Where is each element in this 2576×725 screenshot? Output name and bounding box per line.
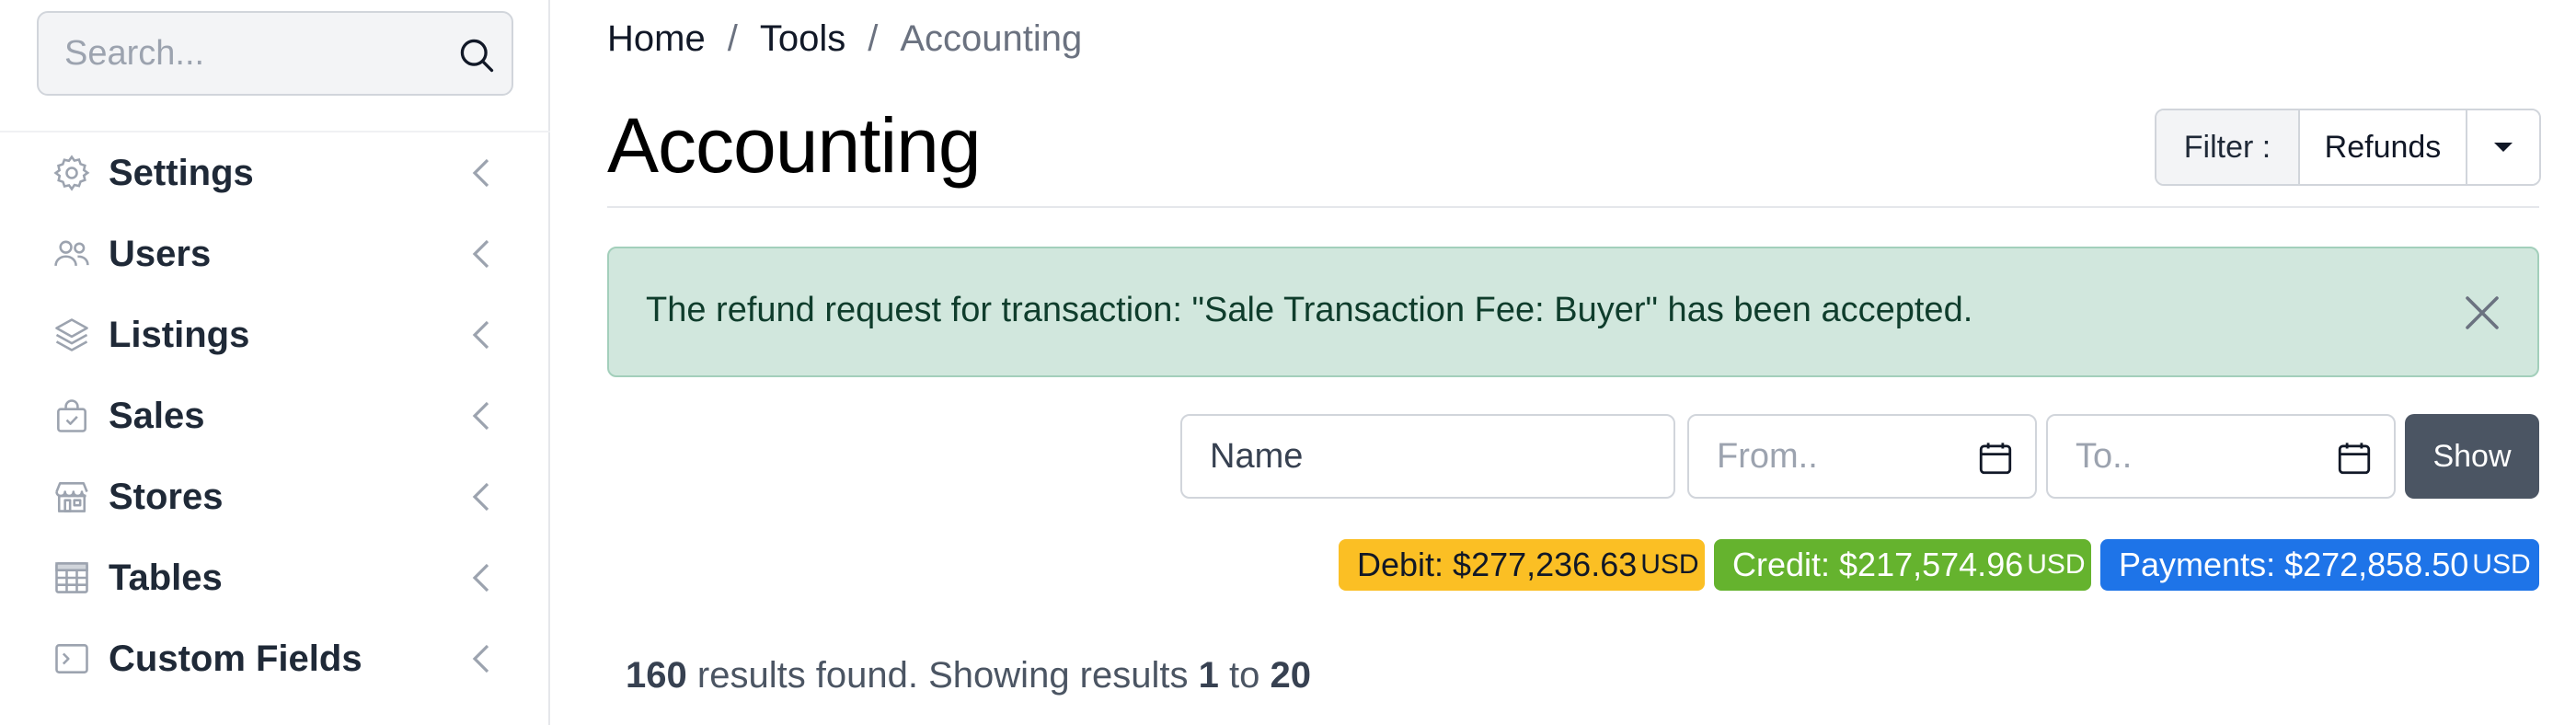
chevron-left-icon: [472, 239, 489, 269]
calendar-icon[interactable]: [2335, 438, 2374, 478]
sidebar-item-label: Sales: [109, 395, 205, 436]
from-date-field: [1687, 414, 2037, 499]
chevron-left-icon: [472, 320, 489, 350]
chevron-left-icon: [472, 482, 489, 512]
results-to: 20: [1270, 655, 1311, 696]
shopping-bag-icon: [57, 399, 86, 432]
sidebar-item-label: Custom Fields: [109, 638, 362, 679]
results-summary: 160 results found. Showing results 1 to …: [626, 655, 1311, 696]
sidebar-item-label: Listings: [109, 314, 250, 355]
payments-currency: USD: [2472, 549, 2531, 580]
sidebar-item-label: Settings: [109, 152, 254, 193]
title-divider: [607, 206, 2539, 208]
caret-down-icon: [2494, 143, 2513, 152]
chevron-left-icon: [472, 644, 489, 673]
sidebar-item-tables[interactable]: Tables: [0, 537, 548, 618]
terminal-icon: [55, 644, 88, 673]
sidebar-item-label: Users: [109, 233, 212, 274]
breadcrumb-separator: /: [868, 17, 879, 59]
breadcrumb-tools[interactable]: Tools: [760, 18, 845, 60]
results-count: 160: [626, 655, 687, 696]
alert-message: The refund request for transaction: "Sal…: [646, 291, 1973, 329]
sidebar-item-stores[interactable]: Stores: [0, 456, 548, 537]
sidebar-item-label: Tables: [109, 557, 223, 598]
gear-icon: [53, 155, 90, 191]
results-from: 1: [1198, 655, 1219, 696]
credit-badge: Credit: $217,574.96 USD: [1714, 539, 2091, 591]
filter-dropdown: Filter : Refunds: [2155, 109, 2541, 186]
show-button[interactable]: Show: [2405, 414, 2539, 499]
breadcrumb: Home / Tools / Accounting: [607, 13, 1082, 64]
chevron-left-icon: [472, 158, 489, 188]
breadcrumb-separator: /: [727, 17, 738, 59]
sidebar-item-custom-fields[interactable]: Custom Fields: [0, 618, 548, 699]
sidebar-item-label: Stores: [109, 476, 224, 517]
results-to-word: to: [1229, 655, 1260, 696]
search-icon[interactable]: [456, 35, 497, 75]
success-alert: The refund request for transaction: "Sal…: [607, 247, 2539, 377]
breadcrumb-home[interactable]: Home: [607, 18, 706, 60]
sidebar-item-sales[interactable]: Sales: [0, 375, 548, 456]
filter-label: Filter :: [2156, 110, 2300, 184]
from-date-input[interactable]: [1717, 416, 1974, 497]
debit-amount: Debit: $277,236.63: [1357, 546, 1638, 583]
chevron-left-icon: [472, 563, 489, 593]
close-icon[interactable]: [2460, 291, 2504, 335]
debit-currency: USD: [1640, 549, 1699, 580]
sidebar-search: [37, 11, 513, 96]
users-icon: [54, 240, 89, 266]
debit-badge: Debit: $277,236.63 USD: [1339, 539, 1705, 591]
credit-amount: Credit: $217,574.96: [1732, 546, 2024, 583]
sidebar-item-listings[interactable]: Listings: [0, 294, 548, 375]
to-date-input[interactable]: [2076, 416, 2333, 497]
search-input[interactable]: [64, 13, 451, 94]
name-input[interactable]: [1210, 416, 1651, 497]
payments-amount: Payments: $272,858.50: [2119, 546, 2469, 583]
sidebar-item-settings[interactable]: Settings: [0, 132, 548, 213]
layers-icon: [55, 318, 88, 351]
breadcrumb-current: Accounting: [900, 17, 1083, 59]
table-icon: [55, 562, 88, 593]
filter-toggle-button[interactable]: [2467, 110, 2539, 184]
payments-badge: Payments: $272,858.50 USD: [2100, 539, 2539, 591]
store-icon: [55, 482, 88, 512]
to-date-field: [2046, 414, 2396, 499]
credit-currency: USD: [2027, 549, 2086, 580]
name-field: [1180, 414, 1675, 499]
results-text: results found. Showing results: [696, 655, 1189, 696]
chevron-left-icon: [472, 401, 489, 431]
sidebar-item-users[interactable]: Users: [0, 213, 548, 294]
calendar-icon[interactable]: [1976, 438, 2015, 478]
sidebar: Settings Users Listings: [0, 0, 550, 725]
filter-value-button[interactable]: Refunds: [2300, 110, 2467, 184]
page-title: Accounting: [607, 102, 982, 189]
